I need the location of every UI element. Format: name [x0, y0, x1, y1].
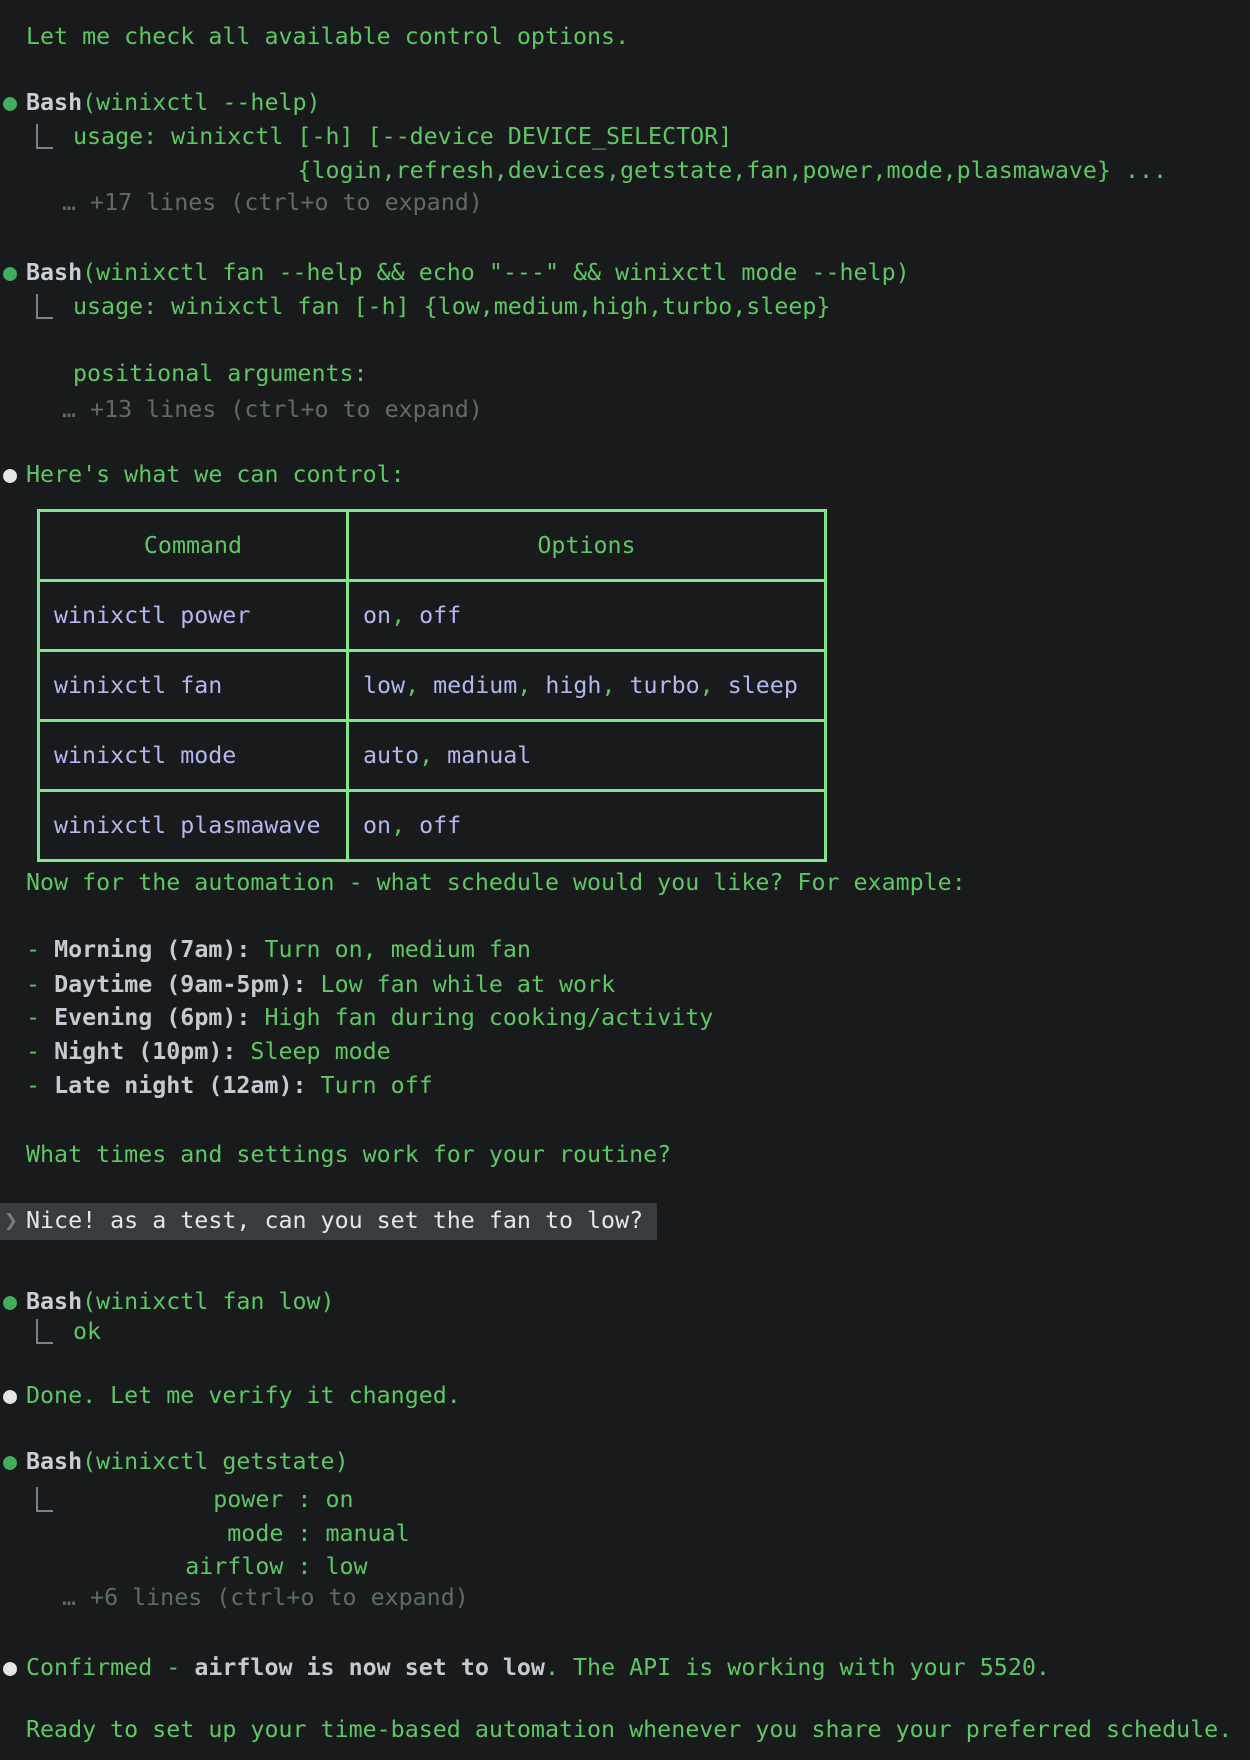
- schedule-item-evening: - Evening (6pm): High fan during cooking…: [26, 1001, 713, 1035]
- schedule-item-daytime: - Daytime (9am-5pm): Low fan while at wo…: [26, 968, 615, 1002]
- truncation-notice: … +13 lines (ctrl+o to expand): [62, 393, 483, 427]
- schedule-item-night: - Night (10pm): Sleep mode: [26, 1035, 391, 1069]
- assistant-message-done: Done. Let me verify it changed.: [26, 1379, 461, 1413]
- table-row: winixctl plasmawave on, off: [39, 791, 826, 861]
- tool-args: (winixctl getstate): [82, 1448, 349, 1475]
- tool-call-bash-help: Bash(winixctl --help): [26, 86, 321, 120]
- tool-output-fan-low: ok: [73, 1315, 101, 1349]
- list-dash: -: [26, 1038, 54, 1065]
- assistant-message-what-times: What times and settings work for your ro…: [26, 1138, 671, 1172]
- list-dash: -: [26, 1072, 54, 1099]
- tool-bullet-icon: ●: [3, 256, 17, 290]
- table-header-row: Command Options: [39, 511, 826, 581]
- tool-args: (winixctl fan low): [82, 1288, 334, 1315]
- schedule-text: Low fan while at work: [307, 971, 616, 998]
- schedule-label: Late night (12am):: [54, 1072, 306, 1099]
- assistant-message-ready: Ready to set up your time-based automati…: [26, 1713, 1232, 1747]
- assistant-bullet-icon: ●: [3, 458, 17, 492]
- table-row: winixctl power on, off: [39, 581, 826, 651]
- tool-name: Bash: [26, 1288, 82, 1315]
- prompt-chevron-icon: ❯: [4, 1204, 18, 1238]
- schedule-text: Turn off: [307, 1072, 433, 1099]
- schedule-label: Morning (7am):: [54, 936, 250, 963]
- table-cell-command: winixctl fan: [39, 651, 348, 721]
- tool-output-getstate: power : on mode : manual airflow : low: [73, 1483, 410, 1584]
- user-message: ❯ Nice! as a test, can you set the fan t…: [0, 1203, 657, 1240]
- assistant-message-confirmed: Confirmed - airflow is now set to low. T…: [26, 1651, 1050, 1685]
- table-row: winixctl fan low, medium, high, turbo, s…: [39, 651, 826, 721]
- output-elbow-icon: [36, 294, 53, 319]
- tool-name: Bash: [26, 89, 82, 116]
- assistant-bullet-icon: ●: [3, 1651, 17, 1685]
- table-cell-options: low, medium, high, turbo, sleep: [348, 651, 826, 721]
- user-message-text: Nice! as a test, can you set the fan to …: [26, 1204, 643, 1238]
- output-elbow-icon: [36, 124, 53, 149]
- table-cell-command: winixctl plasmawave: [39, 791, 348, 861]
- assistant-message-heres-what: Here's what we can control:: [26, 458, 405, 492]
- output-elbow-icon: [36, 1319, 53, 1344]
- schedule-item-morning: - Morning (7am): Turn on, medium fan: [26, 933, 531, 967]
- table-header-options: Options: [348, 511, 826, 581]
- tool-call-fan-low: Bash(winixctl fan low): [26, 1285, 335, 1319]
- list-dash: -: [26, 1004, 54, 1031]
- table-row: winixctl mode auto, manual: [39, 721, 826, 791]
- table-cell-command: winixctl mode: [39, 721, 348, 791]
- schedule-item-late-night: - Late night (12am): Turn off: [26, 1069, 433, 1103]
- tool-bullet-icon: ●: [3, 86, 17, 120]
- table-header-command: Command: [39, 511, 348, 581]
- truncation-notice: … +17 lines (ctrl+o to expand): [62, 186, 483, 220]
- tool-call-fan-mode-help: Bash(winixctl fan --help && echo "---" &…: [26, 256, 910, 290]
- tool-bullet-icon: ●: [3, 1445, 17, 1479]
- schedule-text: Sleep mode: [236, 1038, 390, 1065]
- truncation-notice: … +6 lines (ctrl+o to expand): [62, 1581, 469, 1615]
- tool-name: Bash: [26, 1448, 82, 1475]
- schedule-text: High fan during cooking/activity: [250, 1004, 713, 1031]
- tool-output-bash-help: usage: winixctl [-h] [--device DEVICE_SE…: [73, 120, 1167, 187]
- schedule-label: Evening (6pm):: [54, 1004, 250, 1031]
- assistant-message-now-for: Now for the automation - what schedule w…: [26, 866, 966, 900]
- confirmed-bold: airflow is now set to low: [194, 1654, 545, 1681]
- tool-output-fan-mode-help: usage: winixctl fan [-h] {low,medium,hig…: [73, 290, 830, 391]
- table-cell-options: auto, manual: [348, 721, 826, 791]
- output-elbow-icon: [36, 1487, 53, 1512]
- table-cell-options: on, off: [348, 791, 826, 861]
- table-cell-command: winixctl power: [39, 581, 348, 651]
- terminal-screen: Let me check all available control optio…: [0, 0, 1250, 1760]
- schedule-label: Night (10pm):: [54, 1038, 236, 1065]
- control-table: Command Options winixctl power on, off w…: [37, 509, 827, 862]
- list-dash: -: [26, 971, 54, 998]
- schedule-text: Turn on, medium fan: [250, 936, 531, 963]
- confirmed-suffix: . The API is working with your 5520.: [545, 1654, 1050, 1681]
- tool-bullet-icon: ●: [3, 1285, 17, 1319]
- table-cell-options: on, off: [348, 581, 826, 651]
- confirmed-prefix: Confirmed -: [26, 1654, 194, 1681]
- schedule-label: Daytime (9am-5pm):: [54, 971, 306, 998]
- assistant-message-intro: Let me check all available control optio…: [26, 20, 629, 54]
- tool-args: (winixctl fan --help && echo "---" && wi…: [82, 259, 910, 286]
- tool-name: Bash: [26, 259, 82, 286]
- assistant-bullet-icon: ●: [3, 1379, 17, 1413]
- list-dash: -: [26, 936, 54, 963]
- tool-args: (winixctl --help): [82, 89, 320, 116]
- tool-call-getstate: Bash(winixctl getstate): [26, 1445, 349, 1479]
